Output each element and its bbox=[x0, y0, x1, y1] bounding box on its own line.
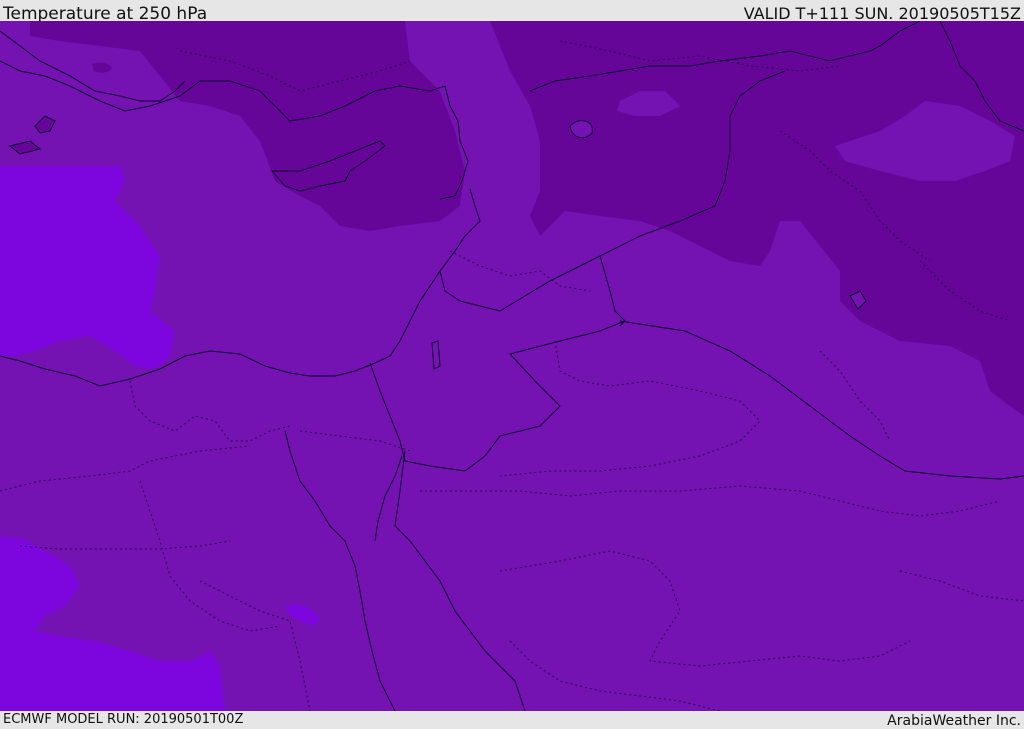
model-run-label: ECMWF MODEL RUN: 20190501T00Z bbox=[3, 712, 244, 727]
footer-bar: ECMWF MODEL RUN: 20190501T00Z ArabiaWeat… bbox=[0, 711, 1024, 729]
lake-dead-sea bbox=[431, 340, 441, 370]
header-bar: Temperature at 250 hPa VALID T+111 SUN. … bbox=[0, 0, 1024, 24]
credit-label: ArabiaWeather Inc. bbox=[887, 713, 1021, 729]
weather-map bbox=[0, 21, 1024, 711]
